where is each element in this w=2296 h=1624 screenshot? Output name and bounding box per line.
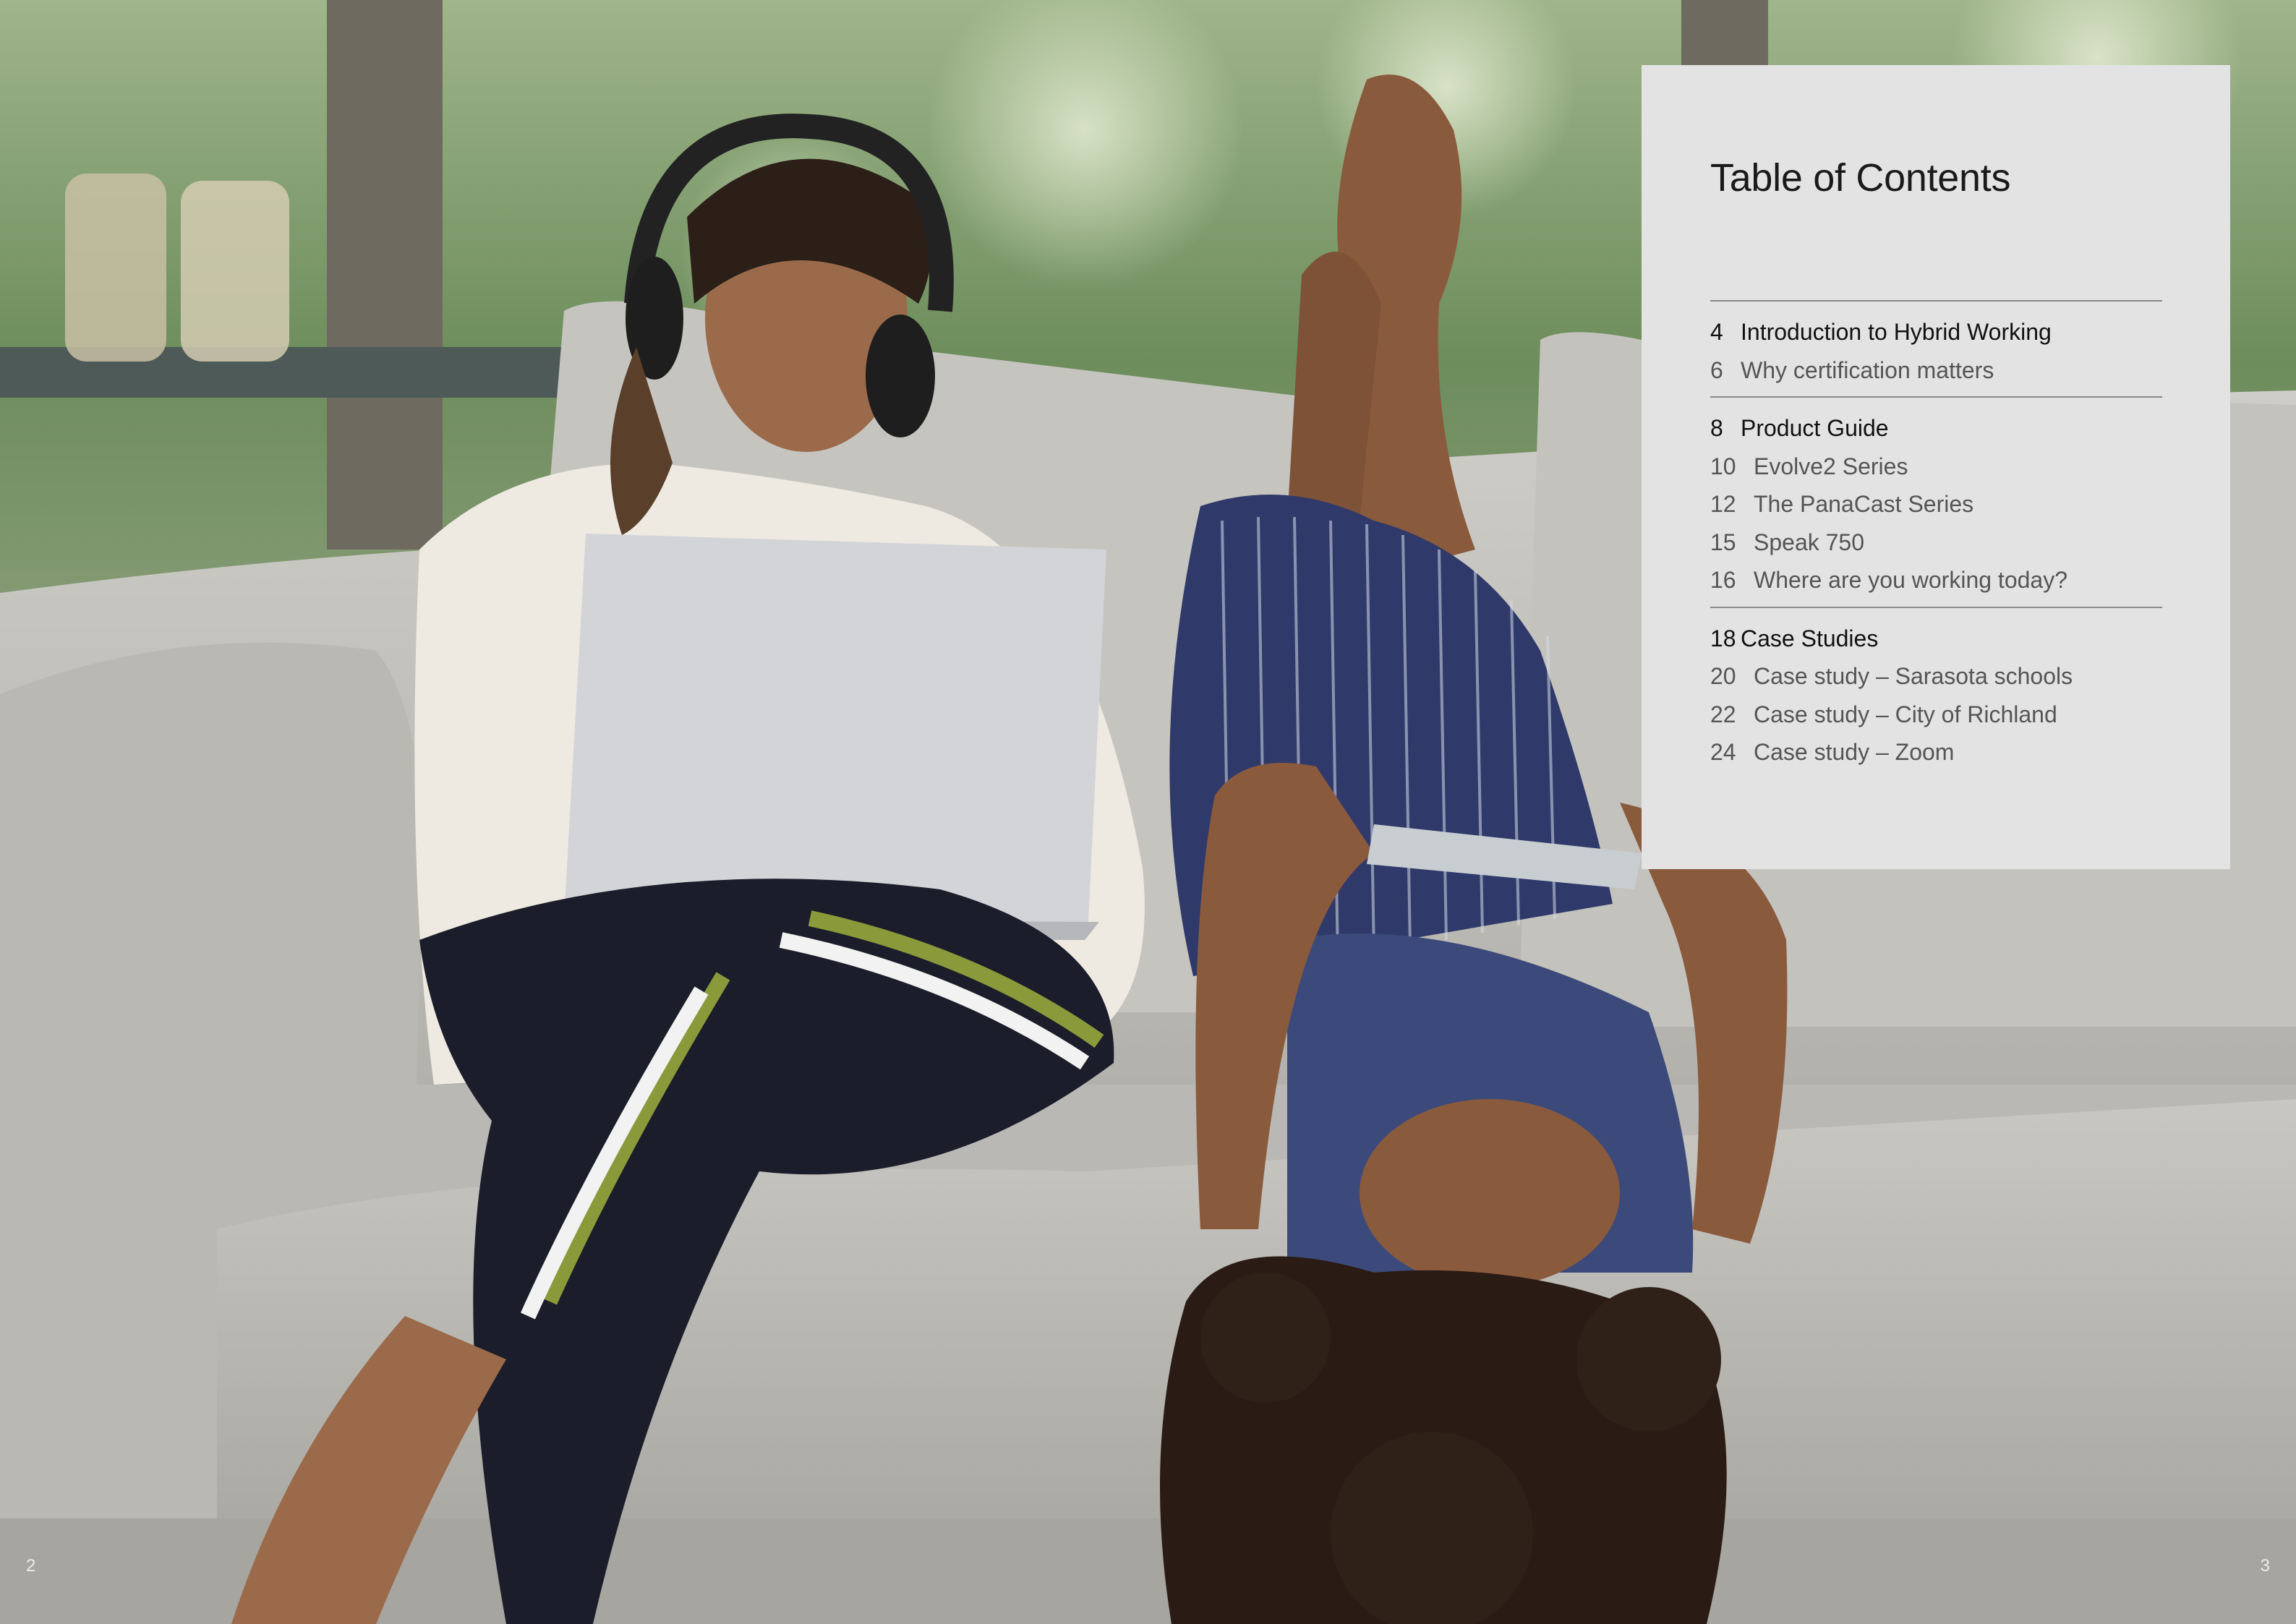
toc-entry-label: Introduction to Hybrid Working <box>1741 319 2052 345</box>
toc-page-number: 22 <box>1710 701 1736 727</box>
document-spread: Table of Contents 4 Introduction to Hybr… <box>0 0 2296 1624</box>
toc-title: Table of Contents <box>1710 156 2011 200</box>
toc-entry[interactable]: 18 Case Studies <box>1710 620 2162 658</box>
page-number-left: 2 <box>26 1556 36 1576</box>
toc-page-number: 12 <box>1710 491 1736 517</box>
toc-entry[interactable]: 8 Product Guide <box>1710 409 2162 448</box>
toc-group-product-guide: 8 Product Guide 10 Evolve2 Series 12 The… <box>1710 396 2162 607</box>
toc-entry-label: Where are you working today? <box>1754 567 2067 593</box>
toc-entry-label: Case Studies <box>1741 625 1879 651</box>
toc-entry[interactable]: 20 Case study – Sarasota schools <box>1710 657 2162 696</box>
toc-entry[interactable]: 22 Case study – City of Richland <box>1710 696 2162 734</box>
toc-page-number: 6 <box>1710 356 1723 383</box>
toc-entry[interactable]: 12 The PanaCast Series <box>1710 485 2162 523</box>
toc-entry[interactable]: 24 Case study – Zoom <box>1710 733 2162 772</box>
toc-entry[interactable]: 16 Where are you working today? <box>1710 561 2162 599</box>
toc-group-introduction: 4 Introduction to Hybrid Working 6 Why c… <box>1710 300 2162 396</box>
toc-list: 4 Introduction to Hybrid Working 6 Why c… <box>1710 300 2162 779</box>
toc-entry-label: Evolve2 Series <box>1754 453 1908 479</box>
toc-entry-label: Product Guide <box>1741 415 1889 441</box>
toc-entry-label: Why certification matters <box>1741 356 1994 383</box>
toc-page-number: 24 <box>1710 739 1736 765</box>
table-of-contents-panel: Table of Contents 4 Introduction to Hybr… <box>1642 65 2230 869</box>
toc-entry[interactable]: 4 Introduction to Hybrid Working <box>1710 313 2162 351</box>
toc-entry-label: The PanaCast Series <box>1754 491 1974 517</box>
toc-entry-label: Speak 750 <box>1754 529 1865 555</box>
toc-entry-label: Case study – Sarasota schools <box>1754 663 2073 689</box>
toc-entry[interactable]: 15 Speak 750 <box>1710 523 2162 562</box>
toc-page-number: 20 <box>1710 663 1736 689</box>
toc-page-number: 15 <box>1710 529 1736 555</box>
toc-page-number: 8 <box>1710 415 1723 441</box>
toc-group-case-studies: 18 Case Studies 20 Case study – Sarasota… <box>1710 606 2162 779</box>
toc-entry[interactable]: 6 Why certification matters <box>1710 351 2162 390</box>
toc-page-number: 18 <box>1710 625 1736 651</box>
toc-entry[interactable]: 10 Evolve2 Series <box>1710 448 2162 486</box>
toc-page-number: 16 <box>1710 567 1736 593</box>
toc-entry-label: Case study – City of Richland <box>1754 701 2057 727</box>
toc-entry-label: Case study – Zoom <box>1754 739 1955 765</box>
page-number-right: 3 <box>2260 1556 2270 1576</box>
toc-page-number: 10 <box>1710 453 1736 479</box>
toc-page-number: 4 <box>1710 319 1723 345</box>
